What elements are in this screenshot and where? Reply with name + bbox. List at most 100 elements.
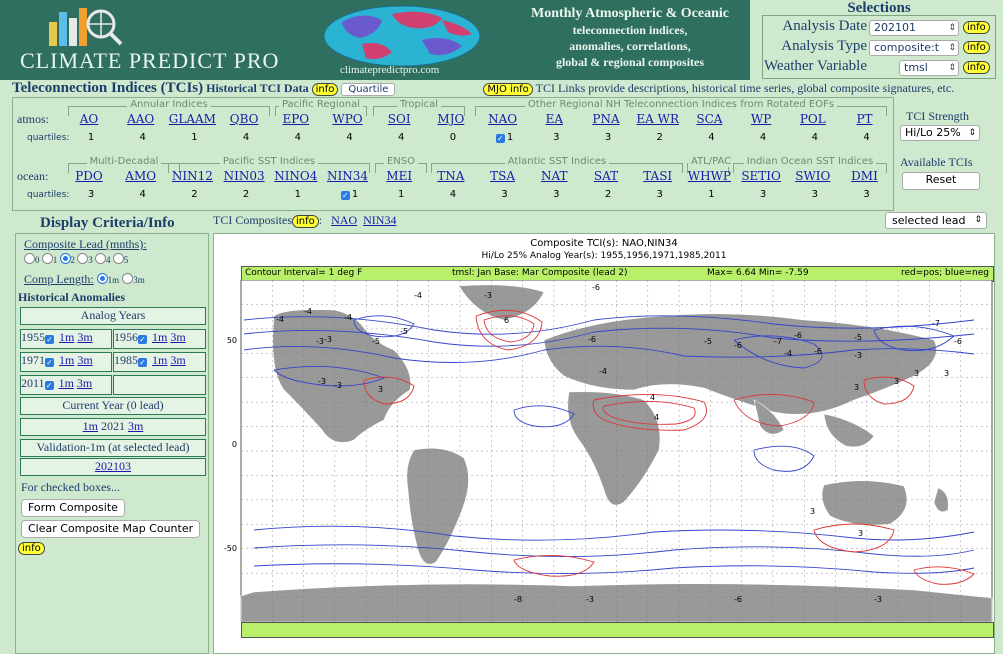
composite-map-panel: Composite TCI(s): NAO,NIN34 Hi/Lo 25% An…	[213, 233, 995, 654]
check-icon[interactable]: ✓	[138, 358, 147, 367]
link-1m[interactable]: 1m	[59, 353, 74, 367]
check-icon[interactable]: ✓	[44, 381, 54, 390]
logo-text: CLIMATE PREDICT PRO	[20, 48, 280, 73]
tci-quartile-dmi: 3	[863, 189, 870, 200]
mjo-info-badge[interactable]: MJO info	[483, 83, 533, 96]
tci-quartile-swio: 3	[811, 189, 818, 200]
check-icon[interactable]: ✓	[45, 358, 54, 367]
contour-label: 4	[650, 393, 655, 402]
link-1m[interactable]: 1m	[152, 330, 167, 344]
tci-link-dmi[interactable]: DMI	[835, 169, 895, 183]
tci-strength-title: TCI Strength	[906, 109, 969, 123]
logo-icon	[49, 8, 123, 46]
composite-lead-label[interactable]: Composite Lead (mnths):	[24, 237, 147, 252]
comp-length-label[interactable]: Comp Length:	[24, 272, 94, 286]
tci-quartile-soi: 4	[398, 132, 405, 143]
lead-radio-5[interactable]	[112, 253, 124, 264]
link-1m[interactable]: 1m	[59, 376, 74, 390]
lead-radio-1[interactable]	[41, 253, 53, 264]
chevron-updown-icon: ⇕	[968, 128, 976, 138]
weather-variable-label: Weather Variable	[763, 58, 867, 74]
contour-label: -5	[400, 327, 408, 336]
check-icon[interactable]: ✓	[340, 191, 350, 200]
check-icon[interactable]: ✓	[138, 335, 147, 344]
lead-radio-label: 3	[88, 255, 95, 265]
composite-link-nao[interactable]: NAO	[331, 213, 357, 227]
link-3m[interactable]: 3m	[77, 353, 92, 367]
contour-label: -3	[318, 377, 326, 386]
comp-length-3m-radio[interactable]	[122, 273, 134, 284]
analog-year-1955: 1955✓ 1m 3m	[20, 329, 112, 349]
link-3m[interactable]: 3m	[170, 353, 185, 367]
ocean-quartile-label: quartiles:	[27, 190, 70, 200]
current-link-3m[interactable]: 3m	[128, 419, 143, 433]
chevron-updown-icon: ⇕	[948, 43, 956, 53]
lead-radio-group: 0 1 2 3 4 5	[24, 253, 128, 265]
form-composite-button[interactable]: Form Composite	[21, 499, 125, 517]
tci-composites-label: TCI Composites	[213, 213, 293, 227]
desc-line: Monthly Atmospheric & Oceanic	[531, 6, 729, 21]
analysis-date-select[interactable]: 202101 ⇕	[869, 20, 959, 36]
current-link-1m[interactable]: 1m	[83, 419, 98, 433]
weather-variable-info[interactable]: info	[963, 61, 990, 74]
lead-select[interactable]: selected lead ⇕	[885, 212, 987, 229]
contour-label: -4	[414, 291, 422, 300]
left-info-badge[interactable]: info	[18, 542, 45, 555]
analog-year-1985: 1985✓ 1m 3m	[113, 352, 206, 372]
checked-boxes-text: For checked boxes...	[21, 480, 120, 494]
lead-radio-0[interactable]	[24, 253, 35, 264]
analog-year-1971: 1971✓ 1m 3m	[20, 352, 112, 372]
tci-quartile-nin34[interactable]: ✓ 1	[338, 189, 362, 200]
site-url[interactable]: climatepredictpro.com	[340, 64, 439, 76]
historical-tci-label: Historical TCI Data	[206, 81, 309, 95]
tci-table: Annular Indices Pacific Regional Tropica…	[12, 97, 894, 211]
tci-quartile-pdo: 3	[87, 189, 95, 200]
link-1m[interactable]: 1m	[152, 353, 167, 367]
tci-quartile-amo: 4	[139, 189, 146, 200]
reset-button[interactable]: Reset	[902, 172, 980, 190]
lead-radio-2[interactable]	[59, 253, 71, 264]
link-1m[interactable]: 1m	[59, 330, 74, 344]
map-base-text: tmsl: Jan Base: Mar Composite (lead 2)	[452, 268, 628, 278]
tci-link-pt[interactable]: PT	[835, 112, 895, 126]
desc-line: teleconnection indices,	[572, 23, 688, 37]
globe-image	[323, 5, 481, 67]
tci-quartile-wp: 4	[759, 132, 767, 143]
composite-info[interactable]: info	[292, 215, 319, 228]
validation-header: Validation-1m (at selected lead)	[20, 439, 206, 457]
lead-radio-4[interactable]	[95, 253, 106, 264]
latitude-label: 50	[227, 336, 237, 345]
analysis-type-info[interactable]: info	[963, 41, 990, 54]
historical-info[interactable]: info	[311, 83, 339, 96]
link-3m[interactable]: 3m	[170, 330, 185, 344]
tci-strength-select[interactable]: Hi/Lo 25% ⇕	[900, 125, 980, 141]
check-icon[interactable]: ✓	[495, 134, 505, 143]
composite-link-nin34[interactable]: NIN34	[363, 213, 396, 227]
lead-radio-3[interactable]	[77, 253, 89, 264]
contour-label: -6	[588, 335, 596, 344]
validation-link[interactable]: 202103	[95, 459, 131, 473]
check-icon[interactable]: ✓	[45, 335, 54, 344]
analysis-type-label: Analysis Type	[781, 38, 867, 54]
chevron-updown-icon: ⇕	[974, 215, 982, 225]
tci-quartile-qbo: 4	[242, 132, 250, 143]
quartile-button[interactable]: Quartile	[341, 83, 396, 96]
analysis-date-info[interactable]: info	[963, 21, 990, 34]
tci-quartile-nao[interactable]: ✓ 1	[493, 132, 517, 143]
contour-label: 4	[654, 413, 659, 422]
display-criteria-panel: Display Criteria/Info Composite Lead (mn…	[15, 213, 209, 654]
clear-counter-button[interactable]: Clear Composite Map Counter	[21, 520, 201, 538]
validation-row: 202103	[20, 458, 206, 476]
tci-quartile-whwp: 1	[708, 189, 715, 200]
comp-length-row: Comp Length: 1m 3m	[24, 272, 145, 286]
contour-label: -6	[794, 331, 802, 340]
contour-label: -6	[814, 347, 822, 356]
contour-interval-text: Contour Interval= 1 deg F	[245, 268, 363, 278]
weather-variable-select[interactable]: tmsl ⇕	[899, 60, 959, 76]
link-3m[interactable]: 3m	[77, 376, 92, 390]
contour-label: -3	[316, 337, 324, 346]
analysis-type-select[interactable]: composite:t ⇕	[869, 40, 959, 56]
lead-radio-label: 4	[106, 255, 113, 265]
comp-length-1m-radio[interactable]	[96, 273, 108, 284]
link-3m[interactable]: 3m	[77, 330, 92, 344]
